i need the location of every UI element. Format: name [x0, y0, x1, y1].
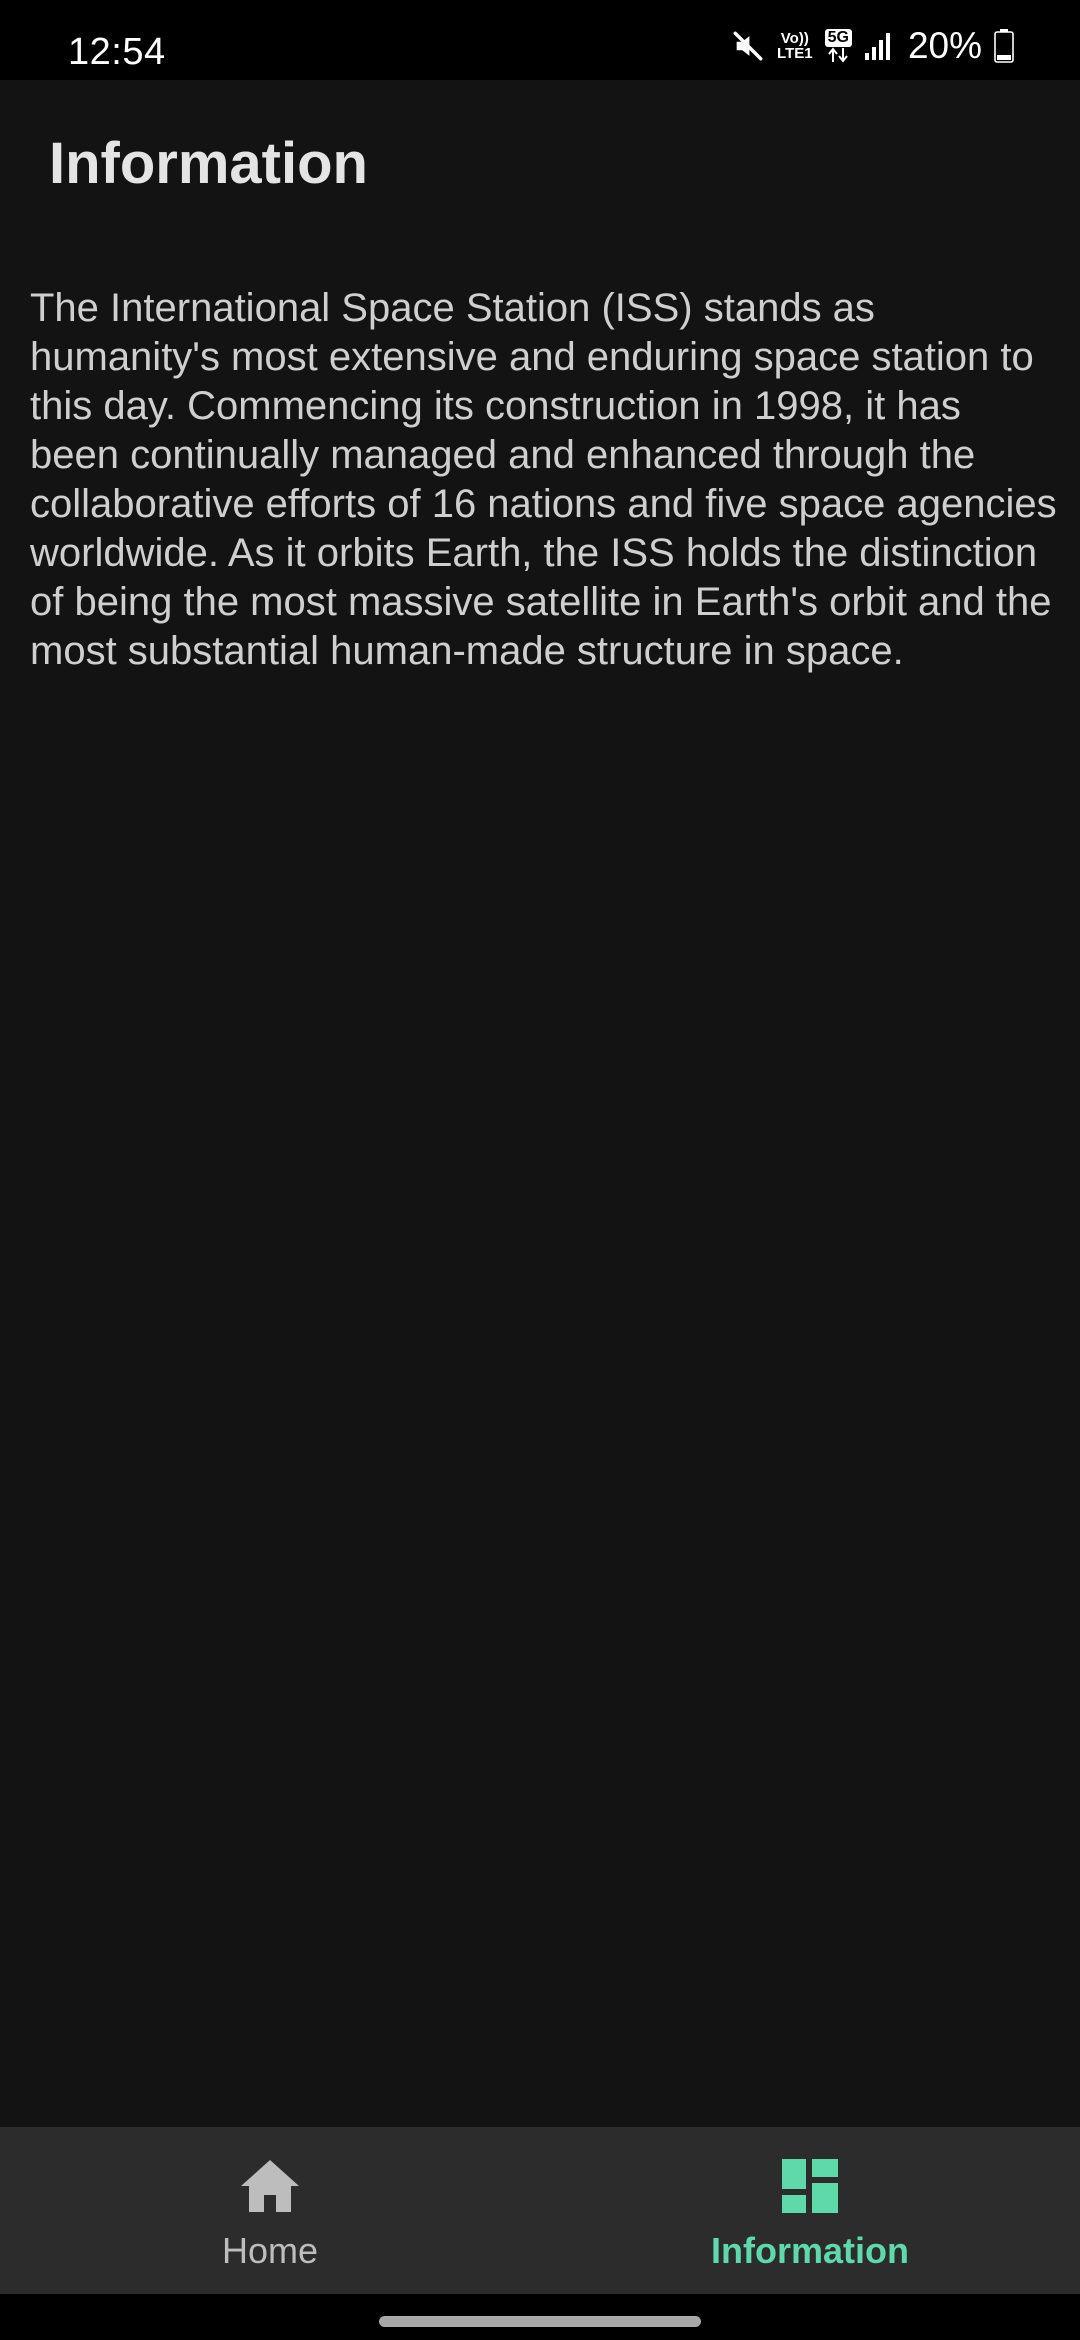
network-badge: 5G — [824, 29, 852, 47]
gesture-area — [0, 2294, 1080, 2340]
volte-icon: Vo)) LTE1 — [777, 31, 813, 61]
info-paragraph: The International Space Station (ISS) st… — [30, 286, 1057, 673]
mute-icon — [731, 29, 765, 63]
data-arrows-icon — [828, 47, 849, 63]
nav-label-information: Information — [711, 2230, 909, 2271]
nav-item-home[interactable]: Home — [0, 2127, 540, 2294]
status-icons: Vo)) LTE1 5G 20% — [731, 24, 1014, 68]
bottom-navigation: Home Information — [0, 2127, 1080, 2294]
signal-icon — [864, 31, 892, 61]
home-icon — [239, 2157, 301, 2215]
status-time: 12:54 — [68, 31, 166, 73]
page-title: Information — [49, 131, 368, 196]
status-bar: 12:54 Vo)) LTE1 5G 20% — [0, 0, 1080, 80]
gesture-handle[interactable] — [379, 2316, 701, 2327]
5g-data-icon: 5G — [824, 29, 852, 63]
dashboard-icon — [781, 2157, 839, 2215]
lte-label: LTE1 — [777, 45, 813, 62]
battery-percent: 20% — [907, 25, 982, 66]
nav-item-information[interactable]: Information — [540, 2127, 1080, 2294]
volte-label: Vo)) — [780, 30, 809, 47]
nav-label-home: Home — [221, 2230, 319, 2271]
battery-icon — [994, 29, 1014, 63]
